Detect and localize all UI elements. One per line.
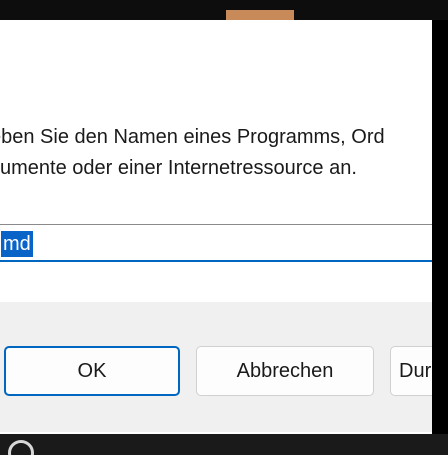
open-input[interactable]: md xyxy=(0,224,432,262)
browse-button[interactable]: Durch xyxy=(390,346,432,396)
browse-button-label: Durch xyxy=(399,359,432,382)
dialog-titlebar: n xyxy=(0,20,432,82)
cancel-button[interactable]: Abbrechen xyxy=(196,346,374,396)
description-line-2: kumente oder einer Internetressource an. xyxy=(0,157,357,179)
description-line-1: eben Sie den Namen eines Programms, Ord xyxy=(0,126,385,148)
taskbar-strip xyxy=(0,434,448,455)
right-background-strip xyxy=(432,20,448,434)
dialog-description: eben Sie den Namen eines Programms, Ord … xyxy=(0,122,385,184)
screen: n eben Sie den Namen eines Programms, Or… xyxy=(0,0,448,455)
run-dialog: n eben Sie den Namen eines Programms, Or… xyxy=(0,20,432,434)
ok-button[interactable]: OK xyxy=(4,346,180,396)
background-accent xyxy=(226,10,294,20)
dialog-content: eben Sie den Namen eines Programms, Ord … xyxy=(0,82,432,322)
input-selected-text: md xyxy=(1,231,33,257)
button-row: OK Abbrechen Durch xyxy=(0,302,432,432)
background-strip xyxy=(0,0,448,20)
